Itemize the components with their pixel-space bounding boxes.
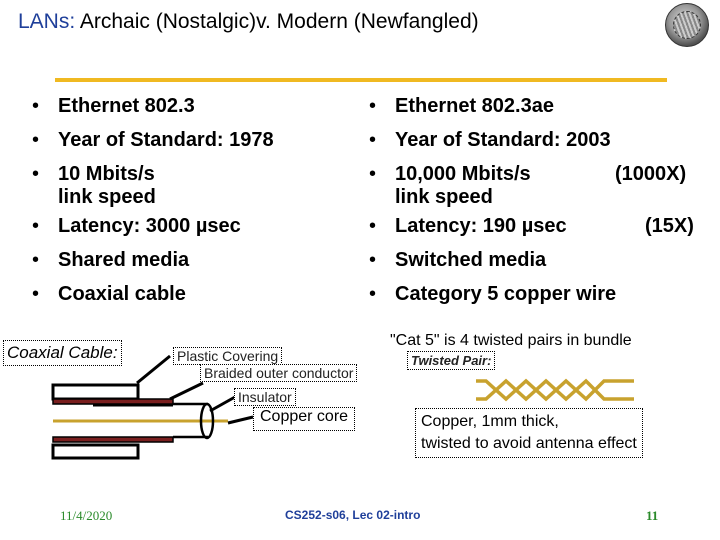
copper-description: Copper, 1mm thick, twisted to avoid ante…: [415, 408, 643, 458]
twisted-pair-drawing: [476, 378, 634, 402]
copper-core-label: Copper core: [253, 407, 356, 431]
coax-cable-label: Coaxial Cable:: [3, 340, 122, 366]
page-number: 11: [646, 508, 659, 523]
footer-course: CS252-s06, Lec 02-intro: [285, 508, 421, 522]
plastic-pointer: [136, 354, 171, 385]
braided-conductor-label: Braided outer conductor: [200, 364, 358, 382]
footer-date: 11/4/2020: [60, 508, 113, 523]
plastic-covering-top: [51, 383, 140, 401]
copper-desc-line1: Copper, 1mm thick,: [421, 413, 559, 430]
insulator-pointer: [209, 395, 236, 413]
plastic-covering-bottom: [51, 443, 140, 460]
cat5-note: "Cat 5" is 4 twisted pairs in bundle: [390, 332, 632, 349]
braid-pointer: [169, 381, 204, 401]
insulator-label: Insulator: [234, 388, 296, 406]
core-pointer: [227, 415, 254, 425]
wire-b: [476, 378, 634, 402]
cable-diagrams: [51, 354, 634, 460]
plastic-covering-label: Plastic Covering: [173, 347, 283, 365]
copper-desc-line2: twisted to avoid antenna effect: [421, 435, 637, 452]
braid-bottom: [52, 436, 174, 443]
braid-top: [52, 398, 174, 405]
twisted-pair-label: Twisted Pair:: [407, 351, 496, 370]
